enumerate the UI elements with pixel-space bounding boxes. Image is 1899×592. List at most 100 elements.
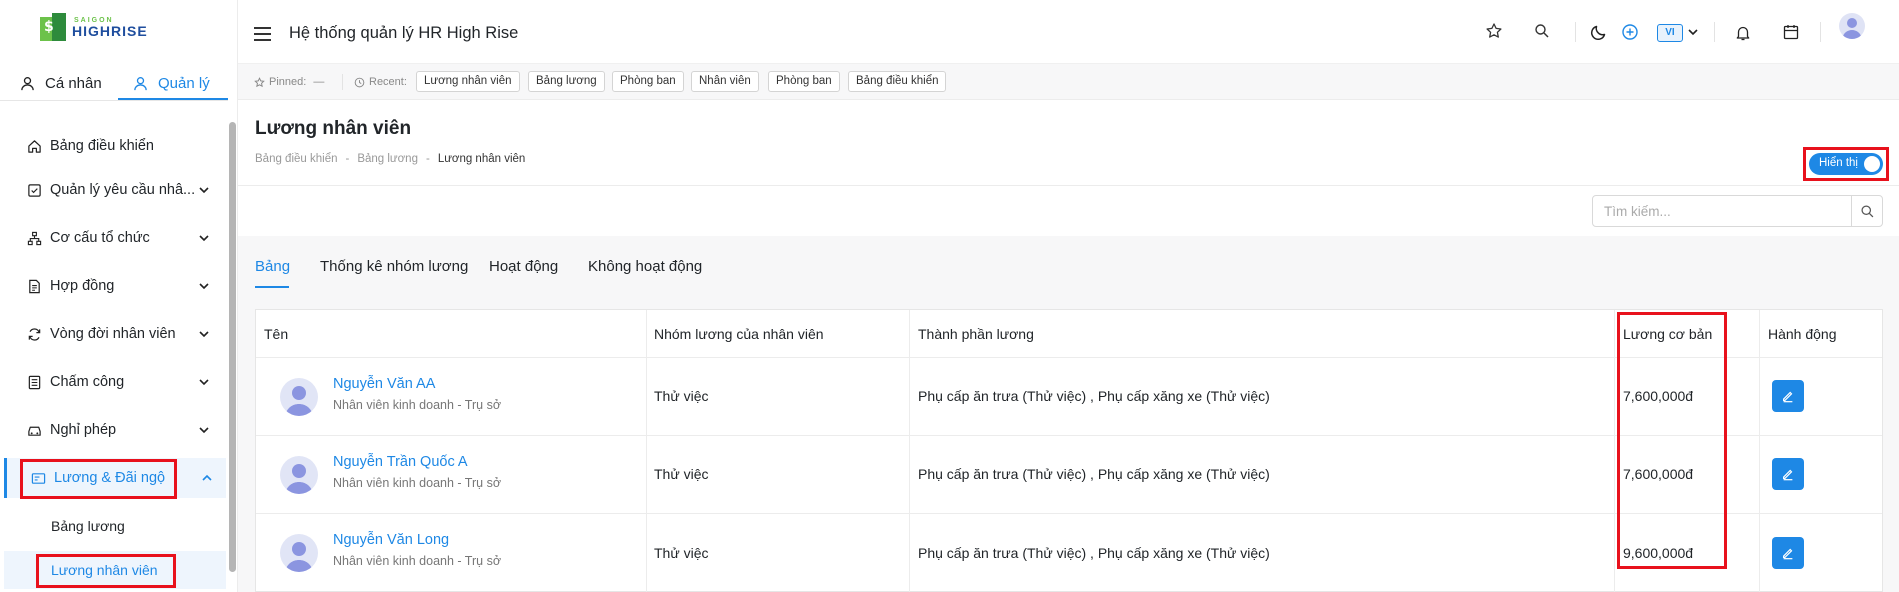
refresh-icon	[26, 326, 42, 342]
employee-avatar	[280, 378, 318, 416]
user-icon	[134, 76, 147, 90]
employee-position: Nhân viên kinh doanh - Trụ sở	[333, 398, 502, 412]
recent-chip[interactable]: Nhân viên	[691, 71, 759, 92]
clock-icon	[354, 77, 365, 87]
edit-button[interactable]	[1772, 537, 1804, 569]
hamburger-menu-icon[interactable]	[254, 27, 271, 41]
search-button[interactable]	[1851, 196, 1882, 226]
employee-name-link[interactable]: Nguyễn Văn Long	[333, 532, 449, 548]
role-tabs: Cá nhân Quản lý	[0, 66, 238, 102]
search-input[interactable]	[1593, 196, 1851, 226]
chevron-down-icon[interactable]	[1687, 26, 1699, 38]
column-divider	[1614, 310, 1615, 592]
logo-mark-icon: $	[38, 13, 68, 41]
salary-components-cell: Phụ cấp ăn trưa (Thử việc) , Phụ cấp xăn…	[918, 388, 1270, 404]
car-icon	[26, 422, 42, 438]
page-title: Lương nhân viên	[255, 118, 412, 139]
logo-text: SAIGON HIGHRISE	[72, 17, 148, 38]
row-divider	[256, 435, 1882, 436]
sidebar-item-dashboard[interactable]: Bảng điều khiển	[4, 126, 226, 166]
sidebar-item-label: Lương & Đãi ngộ	[54, 470, 166, 486]
calendar-icon[interactable]	[1782, 23, 1800, 41]
recent-chip[interactable]: Lương nhân viên	[416, 71, 520, 92]
star-icon[interactable]	[1485, 22, 1503, 40]
sidebar-subitem-payroll[interactable]: Bảng lương	[4, 507, 226, 545]
column-header-base-salary: Lương cơ bản	[1623, 325, 1713, 342]
sidebar-scrollbar[interactable]	[229, 122, 236, 572]
tab-active[interactable]: Hoạt động	[489, 258, 558, 275]
sidebar-item-payroll-benefits[interactable]: Lương & Đãi ngộ	[4, 458, 226, 498]
employee-position: Nhân viên kinh doanh - Trụ sở	[333, 554, 502, 568]
sidebar-item-label: Nghỉ phép	[50, 422, 117, 438]
sidebar-item-attendance[interactable]: Chấm công	[4, 362, 226, 402]
avatar-person-icon	[285, 464, 313, 494]
sidebar-item-org-structure[interactable]: Cơ cấu tổ chức	[4, 218, 226, 258]
chevron-down-icon	[199, 283, 209, 290]
logo[interactable]: $ SAIGON HIGHRISE	[38, 13, 148, 41]
edit-button[interactable]	[1772, 458, 1804, 490]
display-toggle[interactable]: Hiển thị	[1809, 153, 1883, 175]
pencil-icon	[1783, 469, 1793, 481]
plus-circle-icon[interactable]	[1621, 23, 1639, 41]
sidebar-item-label: Quản lý yêu cầu nhâ...	[50, 182, 196, 198]
recent-chip[interactable]: Bảng điều khiển	[848, 71, 947, 92]
employee-avatar	[280, 456, 318, 494]
search-icon[interactable]	[1533, 22, 1551, 40]
chevron-down-icon	[199, 331, 209, 338]
breadcrumb-link[interactable]: Bảng lương	[357, 153, 418, 165]
recent-chip[interactable]: Bảng lương	[528, 71, 605, 92]
pencil-icon	[1783, 391, 1793, 403]
employee-name-link[interactable]: Nguyễn Trần Quốc A	[333, 454, 468, 470]
avatar-person-icon	[285, 542, 313, 572]
breadcrumb-link[interactable]: Bảng điều khiển	[255, 153, 337, 165]
salary-components-cell: Phụ cấp ăn trưa (Thử việc) , Phụ cấp xăn…	[918, 545, 1270, 561]
avatar-person-icon	[285, 386, 313, 416]
employee-position: Nhân viên kinh doanh - Trụ sở	[333, 476, 502, 490]
role-tab-manage[interactable]: Quản lý	[133, 66, 210, 100]
display-toggle-wrapper: Hiển thị	[1806, 150, 1886, 178]
row-divider	[256, 357, 1882, 358]
sidebar-item-employee-lifecycle[interactable]: Vòng đời nhân viên	[4, 314, 226, 354]
language-selector[interactable]: VI	[1657, 24, 1683, 42]
active-tab-underline	[255, 286, 289, 288]
tab-salary-group-stats[interactable]: Thống kê nhóm lương	[320, 258, 468, 275]
sidebar-item-leave[interactable]: Nghỉ phép	[4, 410, 226, 450]
checkbox-icon	[26, 182, 42, 198]
moon-icon[interactable]	[1590, 23, 1608, 41]
sidebar-item-requests[interactable]: Quản lý yêu cầu nhâ...	[4, 170, 226, 210]
toggle-knob	[1864, 156, 1880, 172]
tab-table[interactable]: Bảng	[255, 258, 290, 275]
sidebar-item-label: Bảng điều khiển	[50, 138, 154, 154]
edit-button[interactable]	[1772, 380, 1804, 412]
divider	[1575, 22, 1576, 42]
salary-components-cell: Phụ cấp ăn trưa (Thử việc) , Phụ cấp xăn…	[918, 466, 1270, 482]
sidebar-item-contracts[interactable]: Hợp đồng	[4, 266, 226, 306]
sidebar-subitem-employee-salary[interactable]: Lương nhân viên	[4, 551, 226, 589]
search-box	[1592, 195, 1883, 227]
payroll-icon	[30, 470, 46, 486]
star-icon	[254, 76, 265, 87]
role-tab-personal[interactable]: Cá nhân	[20, 66, 102, 100]
sidebar-subitem-label: Bảng lương	[51, 518, 125, 534]
breadcrumb-current: Lương nhân viên	[437, 153, 526, 165]
chevron-down-icon	[199, 427, 209, 434]
sidebar-item-label: Hợp đồng	[50, 278, 115, 294]
app-root: $ SAIGON HIGHRISE Cá nhân Quản lý Bảng đ…	[0, 0, 1899, 592]
employee-name-link[interactable]: Nguyễn Văn AA	[333, 376, 435, 392]
sidebar-subitem-label: Lương nhân viên	[51, 562, 158, 578]
sidebar: $ SAIGON HIGHRISE Cá nhân Quản lý Bảng đ…	[0, 0, 238, 592]
app-title: Hệ thống quản lý HR High Rise	[289, 24, 519, 42]
salary-group-cell: Thử việc	[654, 388, 709, 404]
salary-group-cell: Thử việc	[654, 545, 709, 561]
base-salary-cell: 9,600,000đ	[1623, 545, 1694, 561]
bell-icon[interactable]	[1734, 24, 1752, 42]
breadcrumb: Bảng điều khiển - Bảng lương - Lương nhân vi…	[255, 153, 525, 165]
recent-section: Recent:	[354, 76, 407, 88]
role-tab-underline	[118, 98, 228, 100]
list-icon	[26, 374, 42, 390]
user-avatar[interactable]	[1839, 13, 1865, 39]
recent-chip[interactable]: Phòng ban	[612, 71, 684, 92]
recent-chip[interactable]: Phòng ban	[768, 71, 840, 92]
tab-inactive[interactable]: Không hoạt động	[588, 258, 702, 275]
search-icon	[1860, 204, 1873, 217]
